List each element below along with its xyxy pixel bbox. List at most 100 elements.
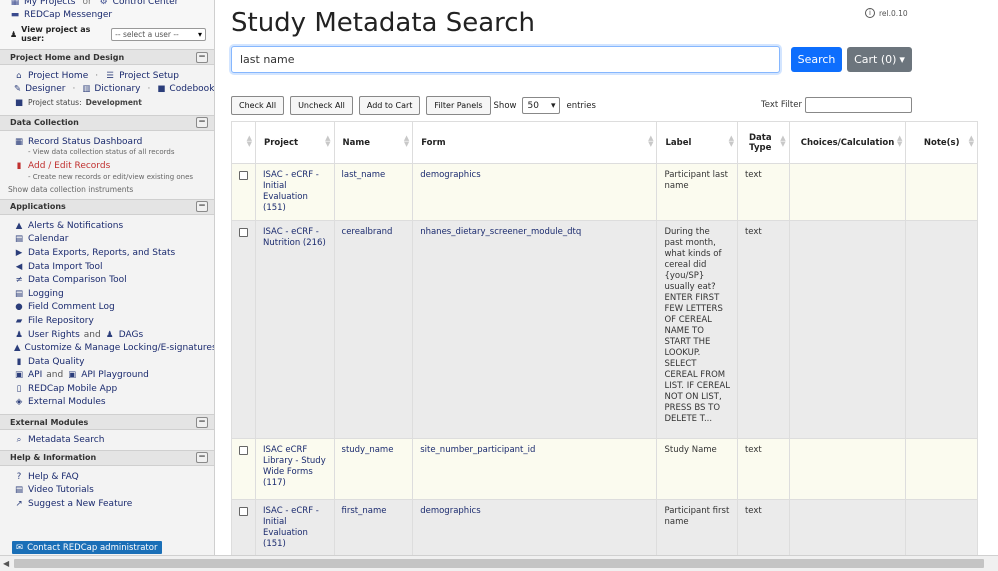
add-edit-label: Add / Edit Records: [28, 161, 111, 172]
project-cell: ISAC - eCRF - Initial Evaluation (151): [255, 499, 335, 560]
calendar-icon: ▤: [14, 234, 24, 245]
col-header-notes[interactable]: Note(s) ▲ ▼: [905, 121, 978, 164]
external-modules-link[interactable]: ◈ External Modules: [14, 396, 206, 410]
or-text: or: [82, 0, 92, 7]
type-cell: text: [736, 438, 790, 500]
view-as-value: -- select a user --: [115, 29, 179, 39]
scroll-left-icon[interactable]: ◀: [3, 559, 9, 568]
collapse-button[interactable]: −: [196, 452, 208, 464]
col-header-form[interactable]: Form ▲ ▼: [412, 121, 658, 164]
dags-link[interactable]: DAGs: [119, 330, 143, 340]
help-faq-label: Help & FAQ: [28, 471, 79, 482]
suggest-feature-link[interactable]: ↗ Suggest a New Feature: [14, 497, 206, 511]
col-header-data-type[interactable]: Data Type ▲ ▼: [736, 121, 790, 164]
sort-icon: ▲ ▼: [246, 134, 252, 148]
collapse-button[interactable]: −: [196, 117, 208, 129]
metadata-search-link[interactable]: ⌕ Metadata Search: [14, 433, 206, 447]
add-to-cart-button[interactable]: Add to Cart: [358, 96, 421, 115]
sort-icon: ▲ ▼: [325, 134, 331, 148]
app-item-logging[interactable]: ▤ Logging: [14, 287, 206, 301]
row-checkbox[interactable]: [239, 446, 248, 455]
cart-button[interactable]: Cart (0) ▾: [847, 47, 912, 72]
app-item-calendar[interactable]: ▤ Calendar: [14, 233, 206, 247]
header-label: Note(s): [923, 137, 960, 148]
row-checkbox[interactable]: [239, 171, 248, 180]
app-item-alerts[interactable]: ▲ Alerts & Notifications: [14, 219, 206, 233]
codebook-icon: ■: [157, 84, 166, 95]
user-rights-link[interactable]: User Rights: [28, 330, 80, 340]
header-label: Label: [665, 137, 692, 148]
label-cell: Participant first name: [656, 499, 738, 560]
text-filter-label: Text Filter: [761, 100, 802, 110]
view-as-select[interactable]: -- select a user -- ▾: [111, 27, 206, 41]
header-label: Choices/Calculation: [800, 137, 895, 148]
app-item-comments[interactable]: ● Field Comment Log: [14, 301, 206, 315]
search-button[interactable]: Search: [791, 47, 842, 72]
log-icon: ▤: [14, 288, 24, 299]
scrollbar-thumb[interactable]: [14, 559, 984, 568]
col-header-choices[interactable]: Choices/Calculation ▲ ▼: [788, 121, 907, 164]
data-quality-link[interactable]: ▮ Data Quality: [14, 355, 206, 369]
messenger-link[interactable]: ▬ REDCap Messenger: [10, 9, 206, 22]
info-icon[interactable]: i: [865, 8, 875, 18]
my-projects-link[interactable]: My Projects: [24, 0, 75, 9]
collapse-button[interactable]: −: [196, 416, 208, 428]
add-edit-sub: - Create new records or edit/view existi…: [28, 172, 194, 181]
project-setup-link[interactable]: Project Setup: [119, 71, 179, 81]
api-link[interactable]: API: [28, 370, 42, 380]
help-faq-link[interactable]: ? Help & FAQ: [14, 470, 206, 484]
table-row: ISAC - eCRF - Nutrition (216) cerealbran…: [231, 220, 978, 439]
video-tutorials-link[interactable]: ▤ Video Tutorials: [14, 483, 206, 497]
dictionary-link[interactable]: Dictionary: [94, 84, 140, 94]
app-item-compare[interactable]: ≠ Data Comparison Tool: [14, 273, 206, 287]
choices-cell: [788, 499, 907, 560]
show-instruments-link[interactable]: Show data collection instruments: [8, 185, 206, 194]
filter-panels-button[interactable]: Filter Panels: [426, 96, 491, 115]
text-filter-input[interactable]: [804, 97, 912, 113]
project-home-row: ⌂ Project Home · ☰ Project Setup: [14, 69, 206, 83]
col-header-project[interactable]: Project ▲ ▼: [255, 121, 335, 164]
app-item-label: Calendar: [28, 234, 69, 245]
horizontal-scrollbar[interactable]: ◀: [0, 555, 998, 571]
sort-icon: ▲ ▼: [780, 134, 786, 148]
check-all-button[interactable]: Check All: [231, 96, 285, 115]
app-item-files[interactable]: ▰ File Repository: [14, 314, 206, 328]
col-header-select[interactable]: ▲ ▼: [231, 121, 256, 164]
section-external-modules: External Modules −: [0, 414, 214, 431]
record-status-link[interactable]: ▦ Record Status Dashboard: [14, 135, 206, 149]
api-playground-link[interactable]: API Playground: [81, 370, 149, 380]
comment-icon: ●: [15, 302, 23, 313]
designer-link[interactable]: Designer: [25, 84, 65, 94]
add-edit-records-link[interactable]: ▮ Add / Edit Records: [14, 159, 206, 173]
col-header-label[interactable]: Label ▲ ▼: [656, 121, 738, 164]
uncheck-all-button[interactable]: Uncheck All: [290, 96, 353, 115]
release-info: i rel.0.10: [865, 8, 908, 18]
sort-icon: ▲ ▼: [968, 134, 974, 148]
square-icon: ■: [14, 97, 24, 108]
search-input[interactable]: last name: [231, 46, 780, 73]
locking-link[interactable]: ▲ Customize & Manage Locking/E-signatures: [14, 341, 214, 355]
collapse-button[interactable]: −: [196, 201, 208, 213]
app-item-exports[interactable]: ▶ Data Exports, Reports, and Stats: [14, 246, 206, 260]
app-item-label: Data Import Tool: [28, 261, 103, 272]
project-cell: ISAC - eCRF - Initial Evaluation (151): [255, 163, 335, 221]
gear-icon: ⚙: [99, 0, 108, 7]
table-toolbar: Check All Uncheck All Add to Cart Filter…: [231, 96, 596, 115]
user-icon: ♟: [10, 29, 18, 39]
app-item-label: Data Comparison Tool: [28, 275, 127, 286]
project-home-link[interactable]: Project Home: [28, 71, 88, 81]
contact-admin-button[interactable]: ✉ Contact REDCap administrator: [12, 541, 162, 554]
row-checkbox[interactable]: [239, 507, 248, 516]
col-header-name[interactable]: Name ▲ ▼: [333, 121, 414, 164]
locking-label: Customize & Manage Locking/E-signatures: [24, 343, 215, 354]
collapse-button[interactable]: −: [196, 51, 208, 63]
control-center-link[interactable]: Control Center: [113, 0, 179, 9]
external-modules-body: ⌕ Metadata Search: [0, 430, 214, 450]
codebook-link[interactable]: Codebook: [169, 84, 214, 94]
mobile-app-link[interactable]: ▯ REDCap Mobile App: [14, 382, 206, 396]
app-item-import[interactable]: ◀ Data Import Tool: [14, 260, 206, 274]
bell-icon: ▲: [15, 220, 23, 231]
row-checkbox[interactable]: [239, 228, 248, 237]
entries-select[interactable]: 50 ▾: [522, 97, 561, 114]
messenger-label: REDCap Messenger: [24, 10, 113, 20]
